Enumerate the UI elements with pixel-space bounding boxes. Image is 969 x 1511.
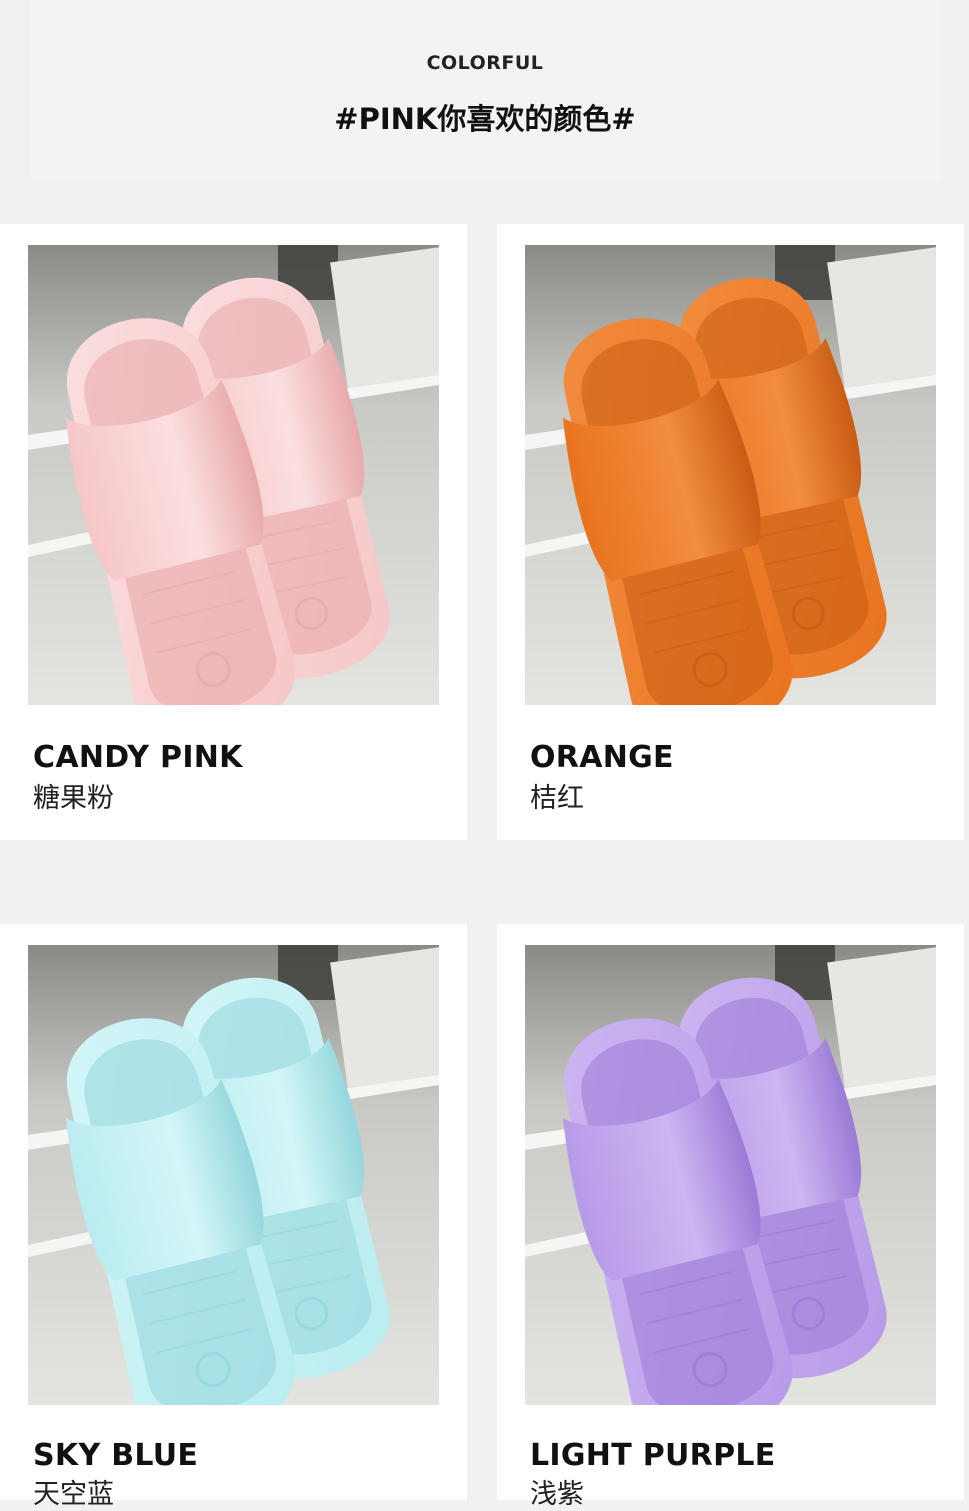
product-name-en: ORANGE (530, 740, 674, 775)
section-title: #PINK你喜欢的颜色# (334, 102, 636, 136)
product-card-light-purple[interactable]: LIGHT PURPLE 浅紫 (497, 924, 964, 1510)
product-card-sky-blue[interactable]: SKY BLUE 天空蓝 (0, 924, 467, 1510)
product-name-cn: 糖果粉 (33, 783, 114, 814)
product-photo[interactable] (28, 945, 439, 1405)
product-photo[interactable] (28, 245, 439, 705)
slipper-image (28, 945, 439, 1405)
product-card-orange[interactable]: ORANGE 桔红 (497, 224, 964, 840)
slipper-image (28, 245, 439, 705)
product-name-en: SKY BLUE (33, 1438, 199, 1473)
product-card-candy-pink[interactable]: CANDY PINK 糖果粉 (0, 224, 467, 840)
product-name-en: CANDY PINK (33, 740, 243, 775)
page-header: COLORFUL #PINK你喜欢的颜色# (30, 0, 940, 180)
product-name-cn: 桔红 (530, 783, 584, 814)
slipper-image (525, 245, 936, 705)
product-name-en: LIGHT PURPLE (530, 1438, 776, 1473)
product-photo[interactable] (525, 245, 936, 705)
product-photo[interactable] (525, 945, 936, 1405)
product-name-cn: 浅紫 (530, 1479, 584, 1510)
section-eyebrow: COLORFUL (426, 52, 544, 74)
product-name-cn: 天空蓝 (33, 1479, 114, 1510)
slipper-image (525, 945, 936, 1405)
